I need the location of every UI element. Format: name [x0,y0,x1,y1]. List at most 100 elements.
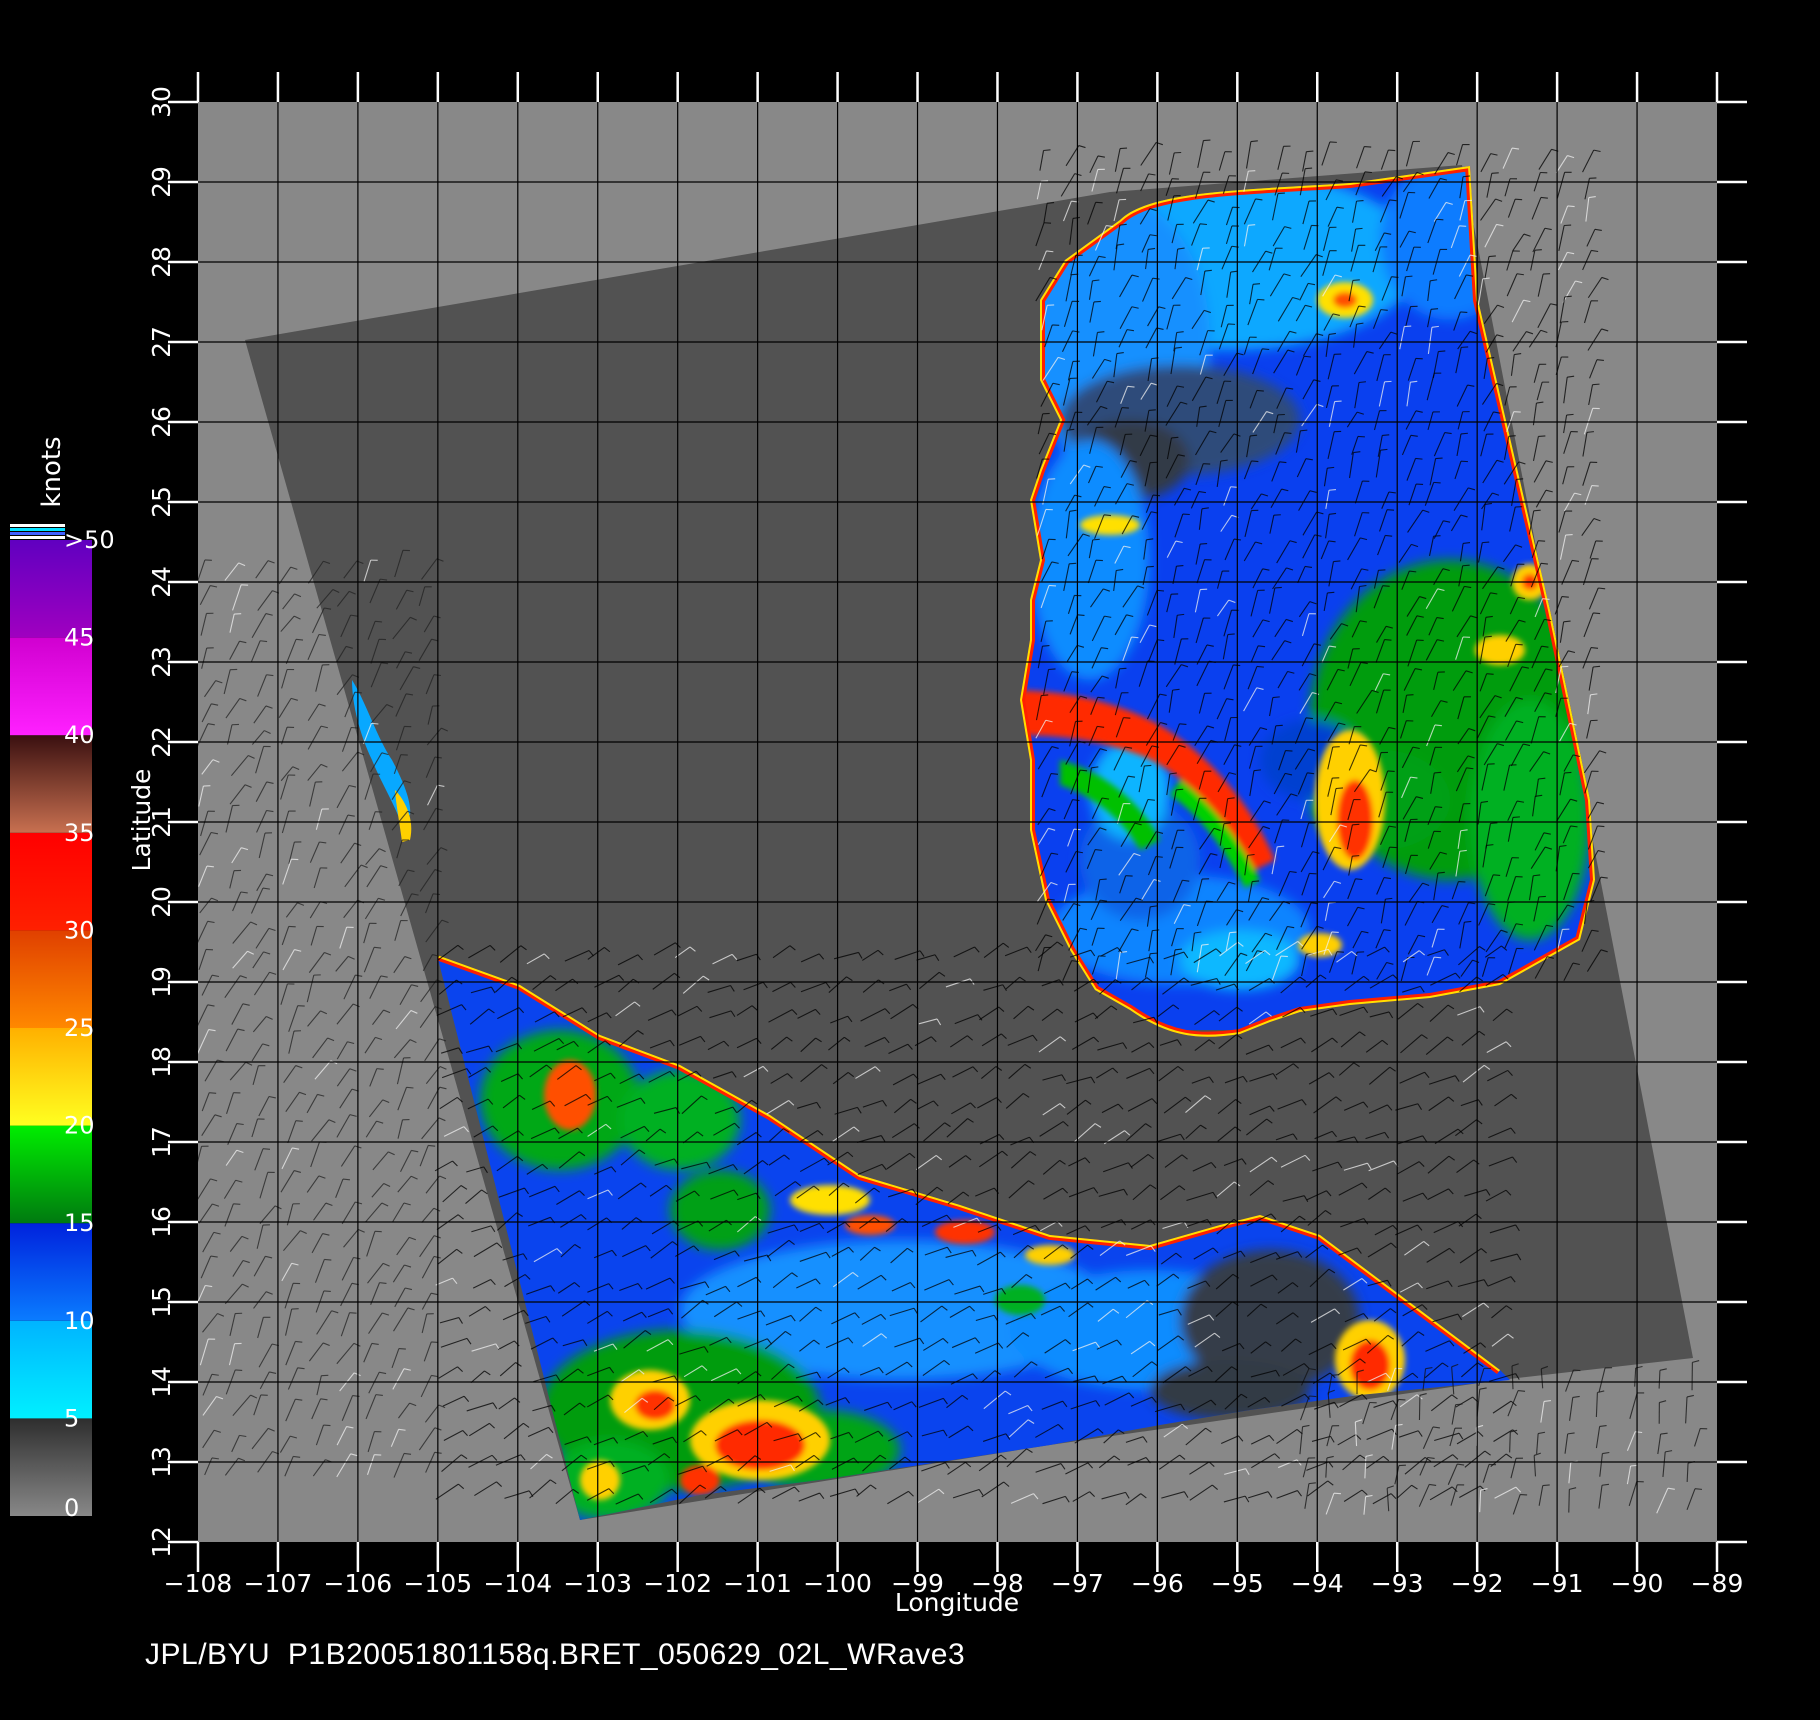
wind-barb-flag [1279,461,1287,464]
x-tick-label: −95 [1211,1569,1264,1598]
wind-barb-flag [1328,488,1337,491]
y-tick-label: 20 [147,886,176,918]
wind-barb-flag [1147,798,1155,801]
x-tick-label: −90 [1611,1569,1664,1598]
wind-barb-flag [1103,514,1112,517]
wind-barb-flag [379,1282,387,1284]
wind-barb-flag [295,1340,303,1343]
wind-barb-flag [1435,806,1443,808]
x-tick-label: −89 [1691,1569,1744,1598]
wind-barb-flag [1227,633,1235,636]
wind-barb-flag [1592,383,1600,386]
wind-barb-flag [371,722,379,725]
y-tick-label: 26 [147,406,176,438]
x-tick-label: −102 [643,1569,712,1598]
wind-barb-flag [1150,952,1158,955]
y-tick-label: 24 [147,566,176,598]
wind-barb-flag [1455,1403,1463,1406]
y-tick-label: 30 [147,86,176,118]
y-tick-label: 13 [147,1446,176,1478]
wind-barb-flag [1409,570,1417,573]
wind-barb-flag [428,1144,436,1147]
wind-barb-flag [1385,534,1393,537]
wind-barb-flag [1041,694,1049,697]
wind-barb-flag [1462,564,1470,567]
wind-barb-flag [1144,764,1152,767]
wind-barb-flag [1119,667,1127,670]
wind-barb-flag [1080,769,1088,772]
wind-barb-flag [1533,509,1541,512]
wind-barb-flag [1250,434,1258,437]
wind-barb-flag [1284,432,1292,435]
wind-barb-flag [1433,481,1441,484]
wind-barb-flag [1252,283,1261,285]
wind-barb-flag [1042,645,1050,647]
colorbar-tick-label: >50 [64,526,115,554]
y-tick-label: 14 [147,1366,176,1398]
wind-barb-flag [1308,1482,1316,1485]
colorbar-overflow-stripe [10,524,65,527]
wind-barb-flag [1253,769,1261,772]
x-tick-label: −105 [404,1569,473,1598]
wind-barb-flag [1097,696,1105,699]
x-axis-title: Longitude [895,1588,1019,1617]
wind-barb-flag [1694,1488,1703,1490]
wind-barb-flag [266,674,274,677]
x-tick-label: −101 [723,1569,792,1598]
wind-barb-flag [1233,664,1241,667]
wind-barb-flag [1355,878,1363,881]
wind-speed-map: −108 −107 −106 −105 −104 −103 −102 −101 −100 −99−… [10,72,1747,1617]
colorbar-tick-label: 35 [64,819,95,847]
wind-barb-flag [1275,724,1283,727]
wind-barb-flag [1488,255,1496,258]
wind-barb-flag [1174,948,1183,951]
wind-barb-flag [209,1092,217,1094]
wind-barb-flag [406,1086,414,1089]
wind-barb-flag [1385,897,1393,900]
wind-barb-flag [1356,199,1364,202]
x-tick-label: −103 [563,1569,632,1598]
wind-barb [1509,1431,1511,1453]
wind-barb-flag [1256,665,1264,668]
wind-barb-flag [1597,825,1605,828]
wind-barb-flag [1358,381,1366,384]
wind-barb-flag [1482,541,1490,544]
wind-barb-flag [1047,202,1055,204]
colorbar-tick-label: 15 [64,1209,95,1237]
wind-barb-flag [1486,844,1494,846]
wind-barb [1568,1489,1570,1513]
wind-barb-flag [1229,931,1237,934]
colorbar-tick-label: 40 [64,721,95,749]
y-tick-label: 17 [147,1126,176,1158]
wind-barb-flag [1380,309,1388,311]
wind-barb-flag [1046,250,1054,253]
wind-barb-flag [1431,308,1439,310]
wind-barb-flag [262,1148,271,1150]
wind-barb-flag [1490,822,1498,824]
wind-barb-flag [1508,435,1516,437]
wind-barb-flag [1157,639,1165,642]
wind-barb-flag [431,1341,439,1344]
y-tick-label: 29 [147,166,176,198]
wind-barb-flag [1331,1374,1339,1376]
colorbar-tick-label: 10 [64,1307,95,1335]
wind-barb-flag [351,726,359,729]
wind-barb-flag [1200,542,1208,545]
wind-barb-flag [1248,224,1256,226]
wind-barb-flag [1464,920,1472,923]
wind-barb-flag [1223,822,1231,825]
wind-barb-flag [1092,538,1100,541]
wind-barb-flag [1484,635,1492,638]
wind-barb-flag [1382,585,1390,587]
wind-barb-flag [1590,647,1599,649]
wind-barb-flag [1518,1390,1526,1392]
x-tick-label: −100 [803,1569,872,1598]
wind-barb-flag [1099,878,1107,881]
wind-barb-flag [1300,429,1308,432]
wind-barb-flag [1272,696,1280,699]
wind-barb-flag [1512,816,1520,819]
y-axis-title: Latitude [127,769,156,872]
wind-barb-flag [1131,636,1139,639]
wind-barb-flag [1406,694,1414,696]
wind-barb-flag [1095,201,1103,204]
